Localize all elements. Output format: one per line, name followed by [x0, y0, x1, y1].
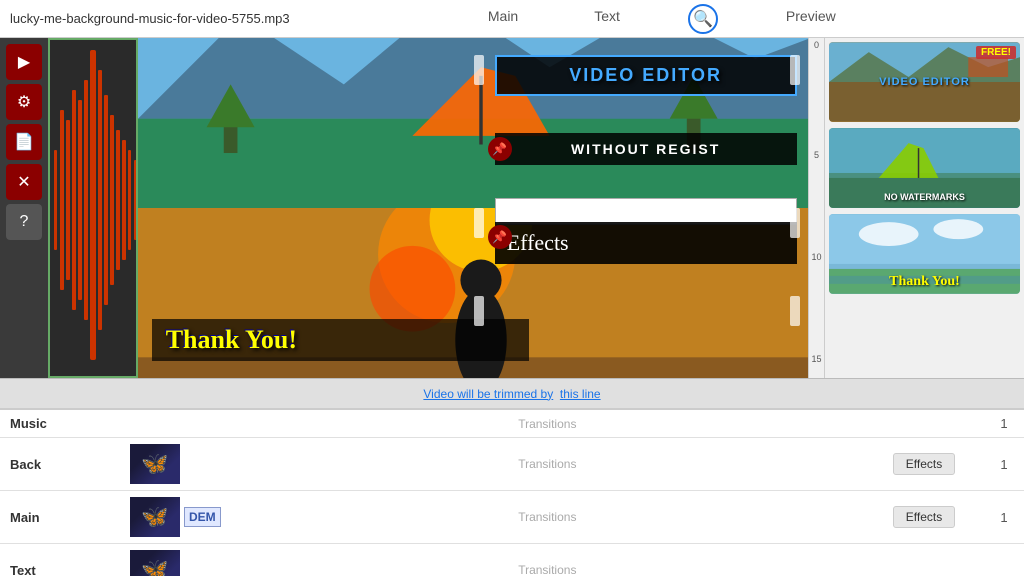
row-thumb-text: 🦋 — [120, 544, 231, 576]
pin-icon-2: 📌 — [488, 225, 512, 249]
timeline-ruler: 0 5 10 15 — [808, 38, 824, 378]
dem-label: DEM — [184, 507, 221, 527]
copy-button[interactable]: 📄 — [6, 124, 42, 160]
table-row: Main 🦋 DEM Transitions Effects 1 — [0, 491, 1024, 544]
pin-icon-1: 📌 — [488, 137, 512, 161]
waveform-panel — [48, 38, 138, 378]
preview-label-3: Thank You! — [889, 274, 960, 290]
layers-table: Music Transitions 1 Back 🦋 Transitions E… — [0, 410, 1024, 576]
row-transitions-back[interactable]: Transitions — [231, 438, 864, 491]
close-icon: ✕ — [17, 172, 30, 192]
row-transitions-main[interactable]: Transitions — [231, 491, 864, 544]
tab-main[interactable]: Main — [480, 4, 526, 34]
play-icon: ▶ — [18, 52, 30, 72]
search-button[interactable]: 🔍 — [688, 4, 718, 34]
trim-line-text: Video will be trimmed by this line — [423, 387, 600, 401]
row-transitions-music[interactable]: Transitions — [231, 410, 864, 438]
row-count-music: 1 — [984, 410, 1024, 438]
row-count-main: 1 — [984, 491, 1024, 544]
row-effects-music — [864, 410, 984, 438]
table-row: Back 🦋 Transitions Effects 1 — [0, 438, 1024, 491]
resize-handle-6[interactable] — [790, 296, 800, 326]
butterfly-thumb-main: 🦋 — [130, 497, 180, 537]
row-name-back: Back — [0, 438, 120, 491]
thank-you-text-clip: Thank You! — [152, 319, 529, 361]
resize-handle-4[interactable] — [790, 208, 800, 238]
preview-thumb-3[interactable]: Thank You! — [829, 214, 1020, 294]
filename-label: lucky-me-background-music-for-video-5755… — [10, 11, 290, 26]
video-timeline[interactable]: VIDEO EDITOR 📌 WITHOUT REGIST 📌 Effects … — [138, 38, 824, 378]
close-button[interactable]: ✕ — [6, 164, 42, 200]
row-name-text: Text — [0, 544, 120, 576]
row-effects-main[interactable]: Effects — [864, 491, 984, 544]
row-count-text — [984, 544, 1024, 576]
butterfly-icon-main: 🦋 — [141, 504, 168, 530]
tab-preview[interactable]: Preview — [778, 4, 844, 34]
ruler-mark-5: 5 — [814, 150, 819, 160]
resize-handle-1[interactable] — [474, 55, 484, 85]
butterfly-thumb-text: 🦋 — [130, 550, 180, 576]
main-editing-area: ▶ ⚙ 📄 ✕ ? — [0, 38, 1024, 378]
tools-panel: ▶ ⚙ 📄 ✕ ? — [0, 38, 48, 378]
resize-handle-5[interactable] — [474, 296, 484, 326]
butterfly-icon-text: 🦋 — [141, 557, 168, 576]
row-effects-back[interactable]: Effects — [864, 438, 984, 491]
copy-icon: 📄 — [14, 132, 34, 152]
help-button[interactable]: ? — [6, 204, 42, 240]
tab-text[interactable]: Text — [586, 4, 628, 34]
preview-label-1: VIDEO EDITOR — [879, 76, 970, 88]
row-name-music: Music — [0, 410, 120, 438]
help-icon: ? — [20, 213, 29, 231]
butterfly-icon-back: 🦋 — [141, 451, 168, 477]
right-preview-panel: FREE! VIDEO EDITOR NO WATERMARKS — [824, 38, 1024, 378]
waveform-svg — [50, 40, 138, 370]
video-editor-text-clip: VIDEO EDITOR — [495, 55, 797, 96]
row-thumb-back: 🦋 — [120, 438, 231, 491]
without-regis-text-clip: WITHOUT REGIST — [495, 133, 797, 165]
row-name-main: Main — [0, 491, 120, 544]
ruler-mark-10: 10 — [811, 252, 821, 262]
settings-icon: ⚙ — [17, 92, 31, 112]
preview-watermark-2: NO WATERMARKS — [884, 192, 965, 202]
resize-handle-2[interactable] — [790, 55, 800, 85]
effects-button-main[interactable]: Effects — [893, 506, 955, 528]
row-thumb-main: 🦋 DEM — [120, 491, 231, 544]
resize-handle-3[interactable] — [474, 208, 484, 238]
ruler-mark-15: 15 — [811, 354, 821, 364]
preview-thumb-2[interactable]: NO WATERMARKS — [829, 128, 1020, 208]
preview-badge-1: FREE! — [976, 46, 1016, 59]
table-row: Text 🦋 Transitions — [0, 544, 1024, 576]
row-effects-text — [864, 544, 984, 576]
settings-button[interactable]: ⚙ — [6, 84, 42, 120]
butterfly-thumb-back: 🦋 — [130, 444, 180, 484]
effects-text-clip: Effects — [495, 222, 797, 264]
table-row: Music Transitions 1 — [0, 410, 1024, 438]
row-thumb-music — [120, 410, 231, 438]
effects-button-back[interactable]: Effects — [893, 453, 955, 475]
app-header: lucky-me-background-music-for-video-5755… — [0, 0, 1024, 38]
trim-line-area: Video will be trimmed by this line — [0, 378, 1024, 408]
bottom-table: Music Transitions 1 Back 🦋 Transitions E… — [0, 408, 1024, 576]
row-count-back: 1 — [984, 438, 1024, 491]
play-button[interactable]: ▶ — [6, 44, 42, 80]
ruler-mark-0: 0 — [814, 40, 819, 50]
row-transitions-text[interactable]: Transitions — [231, 544, 864, 576]
nav-tabs: Main Text 🔍 Preview — [310, 4, 1014, 34]
preview-thumb-1[interactable]: FREE! VIDEO EDITOR — [829, 42, 1020, 122]
